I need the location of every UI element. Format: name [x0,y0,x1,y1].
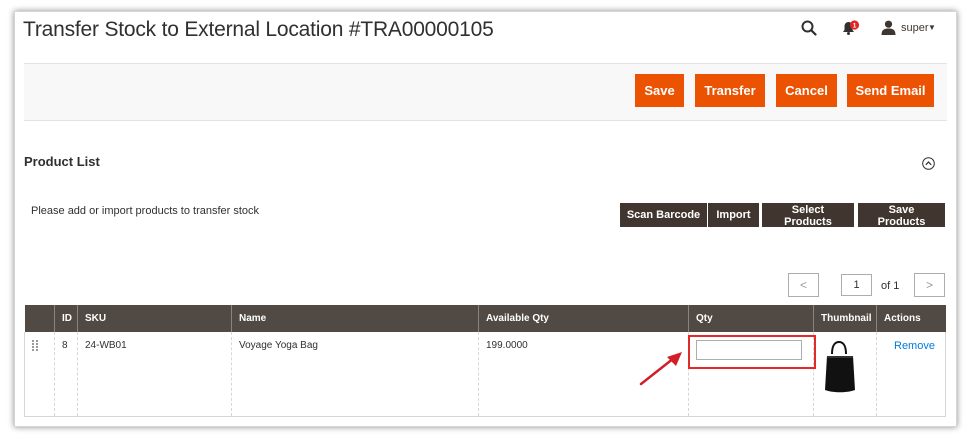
save-button[interactable]: Save [635,74,684,107]
main-frame: Transfer Stock to External Location #TRA… [14,11,957,427]
column-header-drag [24,305,55,332]
column-header-name[interactable]: Name [231,305,479,332]
column-header-qty[interactable]: Qty [688,305,814,332]
cell-sku: 24-WB01 [77,332,232,417]
search-icon[interactable] [801,20,817,41]
pager-next-button[interactable]: > [914,273,945,297]
cell-name: Voyage Yoga Bag [231,332,479,417]
drag-handle-cell[interactable] [24,332,55,417]
pager-total-label: of 1 [881,280,900,292]
notification-count-badge: 1 [853,22,857,29]
column-header-id[interactable]: ID [54,305,78,332]
drag-handle-icon[interactable] [32,340,40,357]
user-icon[interactable] [881,20,896,40]
collapse-icon[interactable] [922,157,935,175]
section-title: Product List [24,154,100,169]
user-name[interactable]: super [901,22,929,34]
pager-prev-button[interactable]: < [788,273,819,297]
pointer-arrow-icon [636,349,686,394]
remove-link[interactable]: Remove [894,340,935,352]
qty-highlight-box [688,335,816,369]
cell-thumbnail [813,332,877,417]
column-header-sku[interactable]: SKU [77,305,232,332]
instruction-text: Please add or import products to transfe… [31,205,260,217]
pager-current-page-input[interactable] [841,274,872,296]
grid-header-row: ID SKU Name Available Qty Qty Thumbnail … [24,305,946,332]
chevron-down-icon[interactable]: ▼ [928,23,936,32]
column-header-actions: Actions [876,305,946,332]
import-button[interactable]: Import [708,203,759,227]
column-header-available-qty[interactable]: Available Qty [478,305,689,332]
cell-actions: Remove [876,332,946,417]
product-thumbnail [821,340,861,397]
transfer-button[interactable]: Transfer [695,74,765,107]
save-products-button[interactable]: Save Products [858,203,945,228]
cell-id: 8 [54,332,78,417]
page-title: Transfer Stock to External Location #TRA… [23,18,494,41]
column-header-thumbnail: Thumbnail [813,305,877,332]
send-email-button[interactable]: Send Email [847,74,934,107]
select-products-button[interactable]: Select Products [762,203,854,228]
notifications-bell-icon[interactable]: 1 [841,20,861,41]
cancel-button[interactable]: Cancel [776,74,837,107]
scan-barcode-button[interactable]: Scan Barcode [620,203,707,227]
